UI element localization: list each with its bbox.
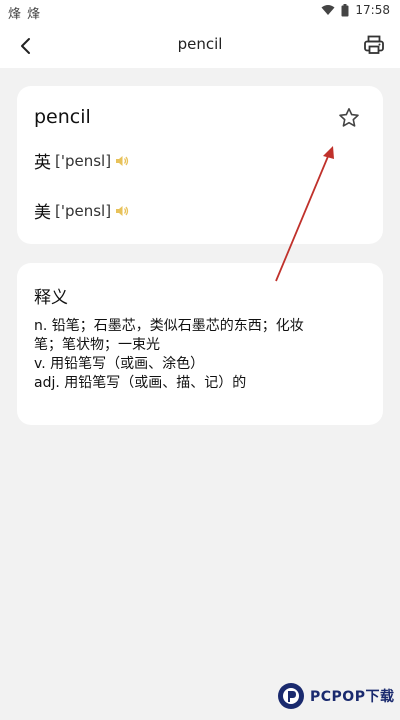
- definition-line: 笔；笔状物；一束光: [34, 337, 160, 353]
- definition-card: 释义 n. 铅笔；石墨芯，类似石墨芯的东西；化妆 笔；笔状物；一束光 v. 用铅…: [17, 263, 383, 425]
- app-header: pencil: [0, 22, 400, 68]
- star-icon[interactable]: [337, 106, 361, 130]
- pronunciation-uk[interactable]: 英 ['pensl]: [34, 148, 129, 173]
- pronunciation-label: 英: [34, 153, 51, 173]
- watermark-logo: PCPOP下载: [276, 681, 394, 711]
- definition-line: adj. 用铅笔写（或画、描、记）的: [34, 375, 247, 391]
- printer-icon[interactable]: [362, 33, 386, 57]
- status-time: 17:58: [355, 3, 390, 17]
- status-notification-icons: 烽 烽: [8, 7, 42, 22]
- speaker-icon[interactable]: [115, 154, 129, 168]
- status-right-group: 17:58: [321, 3, 390, 17]
- phonetic-text: ['pensl]: [55, 151, 112, 170]
- wifi-icon: [321, 5, 335, 15]
- phonetic-text: ['pensl]: [55, 201, 112, 220]
- definition-line: n. 铅笔；石墨芯，类似石墨芯的东西；化妆: [34, 318, 304, 334]
- definition-list: n. 铅笔；石墨芯，类似石墨芯的东西；化妆 笔；笔状物；一束光 v. 用铅笔写（…: [34, 317, 374, 393]
- word-title: pencil: [34, 106, 91, 128]
- definition-heading: 释义: [34, 288, 68, 308]
- page-title: pencil: [177, 35, 223, 53]
- definition-line: v. 用铅笔写（或画、涂色）: [34, 356, 205, 372]
- speaker-icon[interactable]: [115, 204, 129, 218]
- pcpop-logo-icon: [278, 683, 304, 709]
- watermark-text: PCPOP下载: [310, 689, 395, 705]
- word-card: pencil 英 ['pensl] 美 ['pensl]: [17, 86, 383, 244]
- pronunciation-label: 美: [34, 203, 51, 223]
- status-bar: 烽 烽 17:58: [0, 0, 400, 22]
- battery-icon: [341, 3, 349, 16]
- pronunciation-us[interactable]: 美 ['pensl]: [34, 198, 129, 223]
